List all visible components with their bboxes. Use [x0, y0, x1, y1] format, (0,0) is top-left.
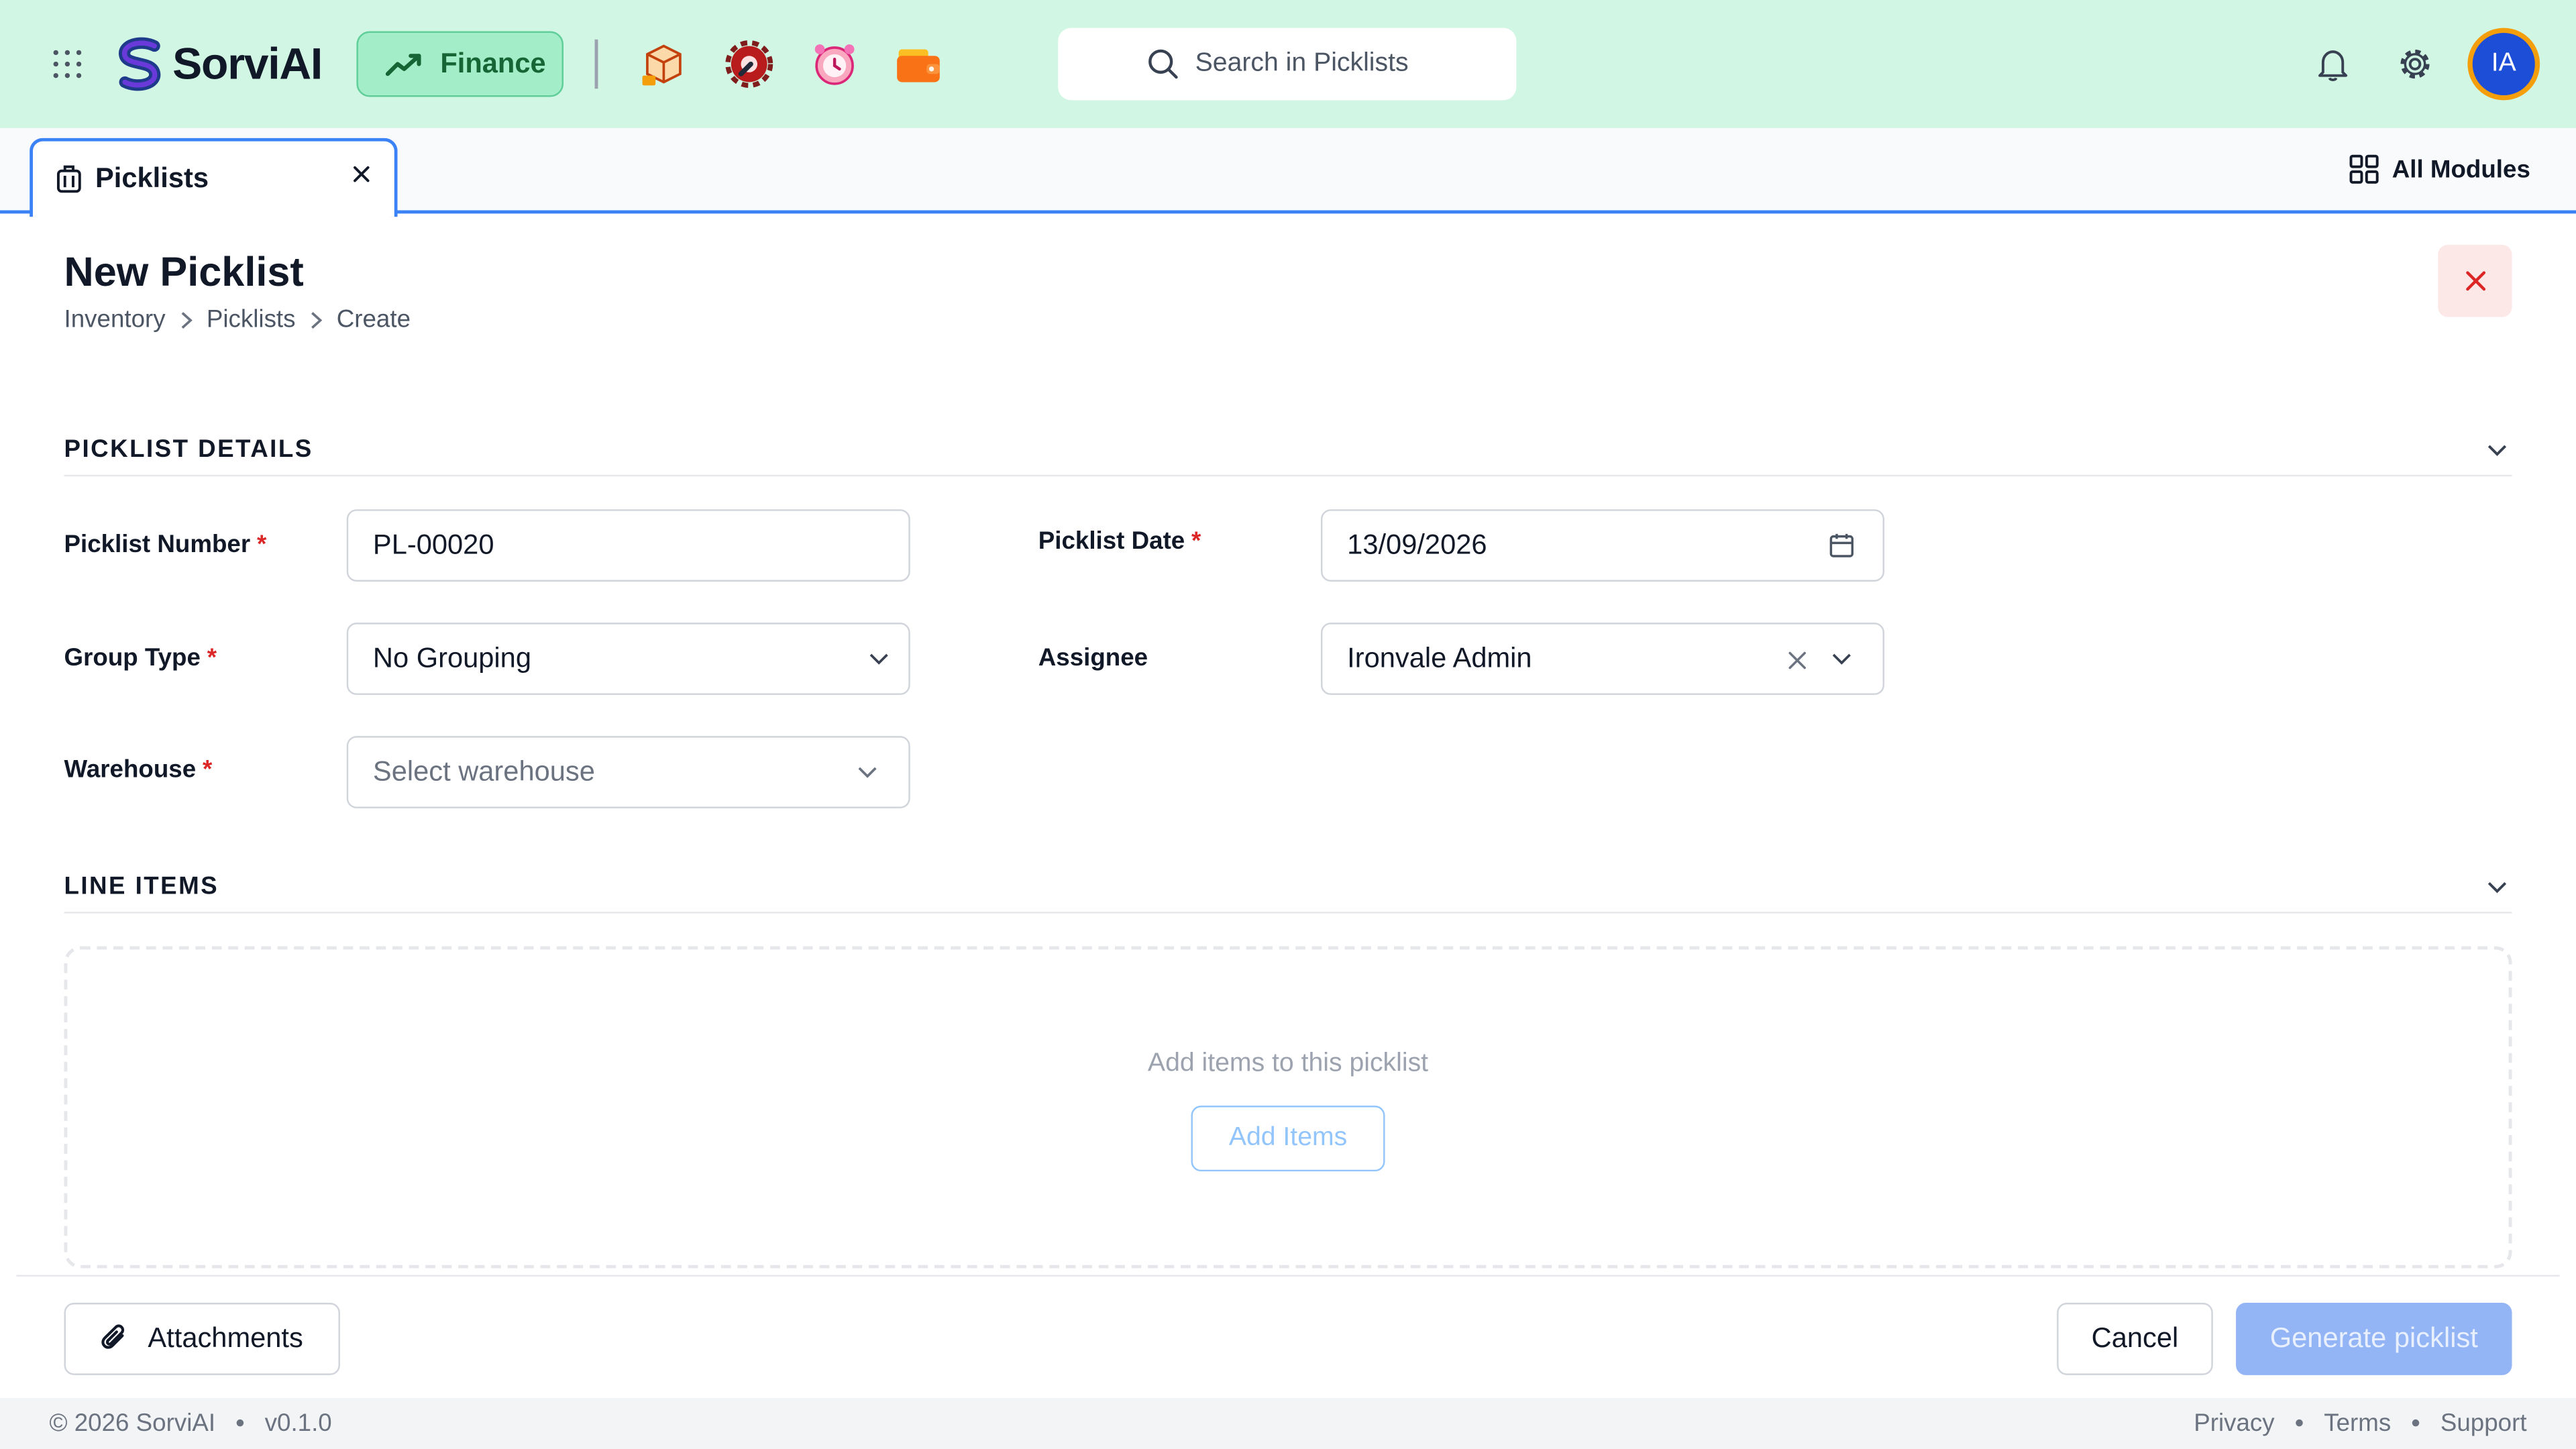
status-bar: © 2026 SorviAI ● v0.1.0 Privacy ● Terms … [0, 1398, 2576, 1449]
brand-logo-icon [119, 37, 161, 91]
group-type-value: No Grouping [372, 642, 531, 674]
wallet-app-icon[interactable] [894, 40, 943, 89]
breadcrumb-picklists[interactable]: Picklists [207, 306, 296, 334]
paperclip-icon [101, 1324, 125, 1349]
picklist-number-label: Picklist Number * [64, 531, 267, 559]
assignee-label: Assignee [1038, 644, 1148, 672]
section-divider [64, 912, 2512, 914]
generate-picklist-button[interactable]: Generate picklist [2236, 1303, 2512, 1375]
all-modules-label: All Modules [2392, 155, 2530, 184]
package-app-icon[interactable] [639, 40, 688, 89]
header-divider [594, 39, 598, 89]
tab-picklists[interactable]: Picklists [30, 138, 398, 217]
tab-label: Picklists [95, 162, 209, 194]
settings-gear-icon[interactable] [2397, 46, 2433, 83]
brand-name: SorviAI [172, 39, 323, 89]
breadcrumb: Inventory Picklists Create [64, 306, 411, 334]
luggage-icon [56, 165, 81, 193]
collapse-chevron-icon[interactable] [2484, 877, 2510, 897]
clear-icon[interactable] [1788, 651, 1807, 670]
section-title-picklist-details: PICKLIST DETAILS [64, 435, 313, 464]
picklist-date-label: Picklist Date * [1038, 527, 1201, 555]
add-items-button[interactable]: Add Items [1191, 1106, 1385, 1172]
chevron-down-icon [858, 767, 877, 778]
trend-up-icon [385, 54, 421, 76]
section-divider [64, 474, 2512, 477]
privacy-link[interactable]: Privacy [2194, 1409, 2274, 1438]
support-link[interactable]: Support [2440, 1409, 2527, 1438]
attachments-label: Attachments [148, 1322, 303, 1354]
group-type-select[interactable]: No Grouping [346, 623, 910, 695]
chevron-right-icon [178, 310, 193, 329]
terms-link[interactable]: Terms [2324, 1409, 2391, 1438]
all-modules-button[interactable]: All Modules [2349, 154, 2530, 184]
chevron-right-icon [309, 310, 323, 329]
chevron-down-icon [869, 653, 888, 665]
assignee-select[interactable]: Ironvale Admin [1320, 623, 1885, 695]
user-avatar[interactable]: IA [2467, 28, 2540, 101]
warehouse-placeholder: Select warehouse [372, 755, 595, 788]
finance-label: Finance [440, 48, 546, 79]
finance-module-button[interactable]: Finance [356, 31, 564, 97]
picklist-date-value: 13/09/2026 [1347, 529, 1487, 561]
breadcrumb-inventory[interactable]: Inventory [64, 306, 166, 334]
assignee-value: Ironvale Admin [1347, 642, 1532, 674]
close-page-button[interactable] [2438, 244, 2512, 317]
alarm-clock-app-icon[interactable] [810, 40, 859, 89]
search-input[interactable] [1191, 48, 1429, 81]
copyright-text: © 2026 SorviAI [49, 1409, 216, 1438]
apps-grid-icon[interactable] [52, 49, 82, 78]
close-icon [2465, 271, 2485, 291]
modules-grid-icon [2349, 154, 2379, 184]
section-title-line-items: LINE ITEMS [64, 872, 219, 901]
empty-state-text: Add items to this picklist [1147, 1049, 1429, 1078]
page-title: New Picklist [64, 250, 304, 296]
chevron-down-icon [1832, 653, 1851, 665]
calendar-icon[interactable] [1829, 532, 1855, 558]
footer-divider [16, 1275, 2560, 1277]
version-text: v0.1.0 [264, 1409, 332, 1438]
gear-wrench-app-icon[interactable] [724, 40, 773, 89]
picklist-number-value: PL-00020 [372, 529, 494, 561]
notifications-bell-icon[interactable] [2315, 46, 2351, 83]
breadcrumb-create: Create [336, 305, 411, 334]
separator-dot: ● [2410, 1414, 2421, 1433]
cancel-button[interactable]: Cancel [2057, 1303, 2213, 1375]
close-tab-icon[interactable] [352, 164, 371, 184]
search-icon [1147, 49, 1177, 79]
picklist-date-field[interactable]: 13/09/2026 [1320, 509, 1885, 582]
collapse-chevron-icon[interactable] [2484, 440, 2510, 460]
attachments-button[interactable]: Attachments [64, 1303, 340, 1375]
warehouse-label: Warehouse * [64, 755, 213, 784]
group-type-label: Group Type * [64, 644, 217, 672]
warehouse-select[interactable]: Select warehouse [346, 736, 910, 808]
separator-dot: ● [235, 1414, 246, 1433]
picklist-number-field[interactable]: PL-00020 [346, 509, 910, 582]
search-box[interactable] [1058, 28, 1517, 101]
separator-dot: ● [2294, 1414, 2304, 1433]
